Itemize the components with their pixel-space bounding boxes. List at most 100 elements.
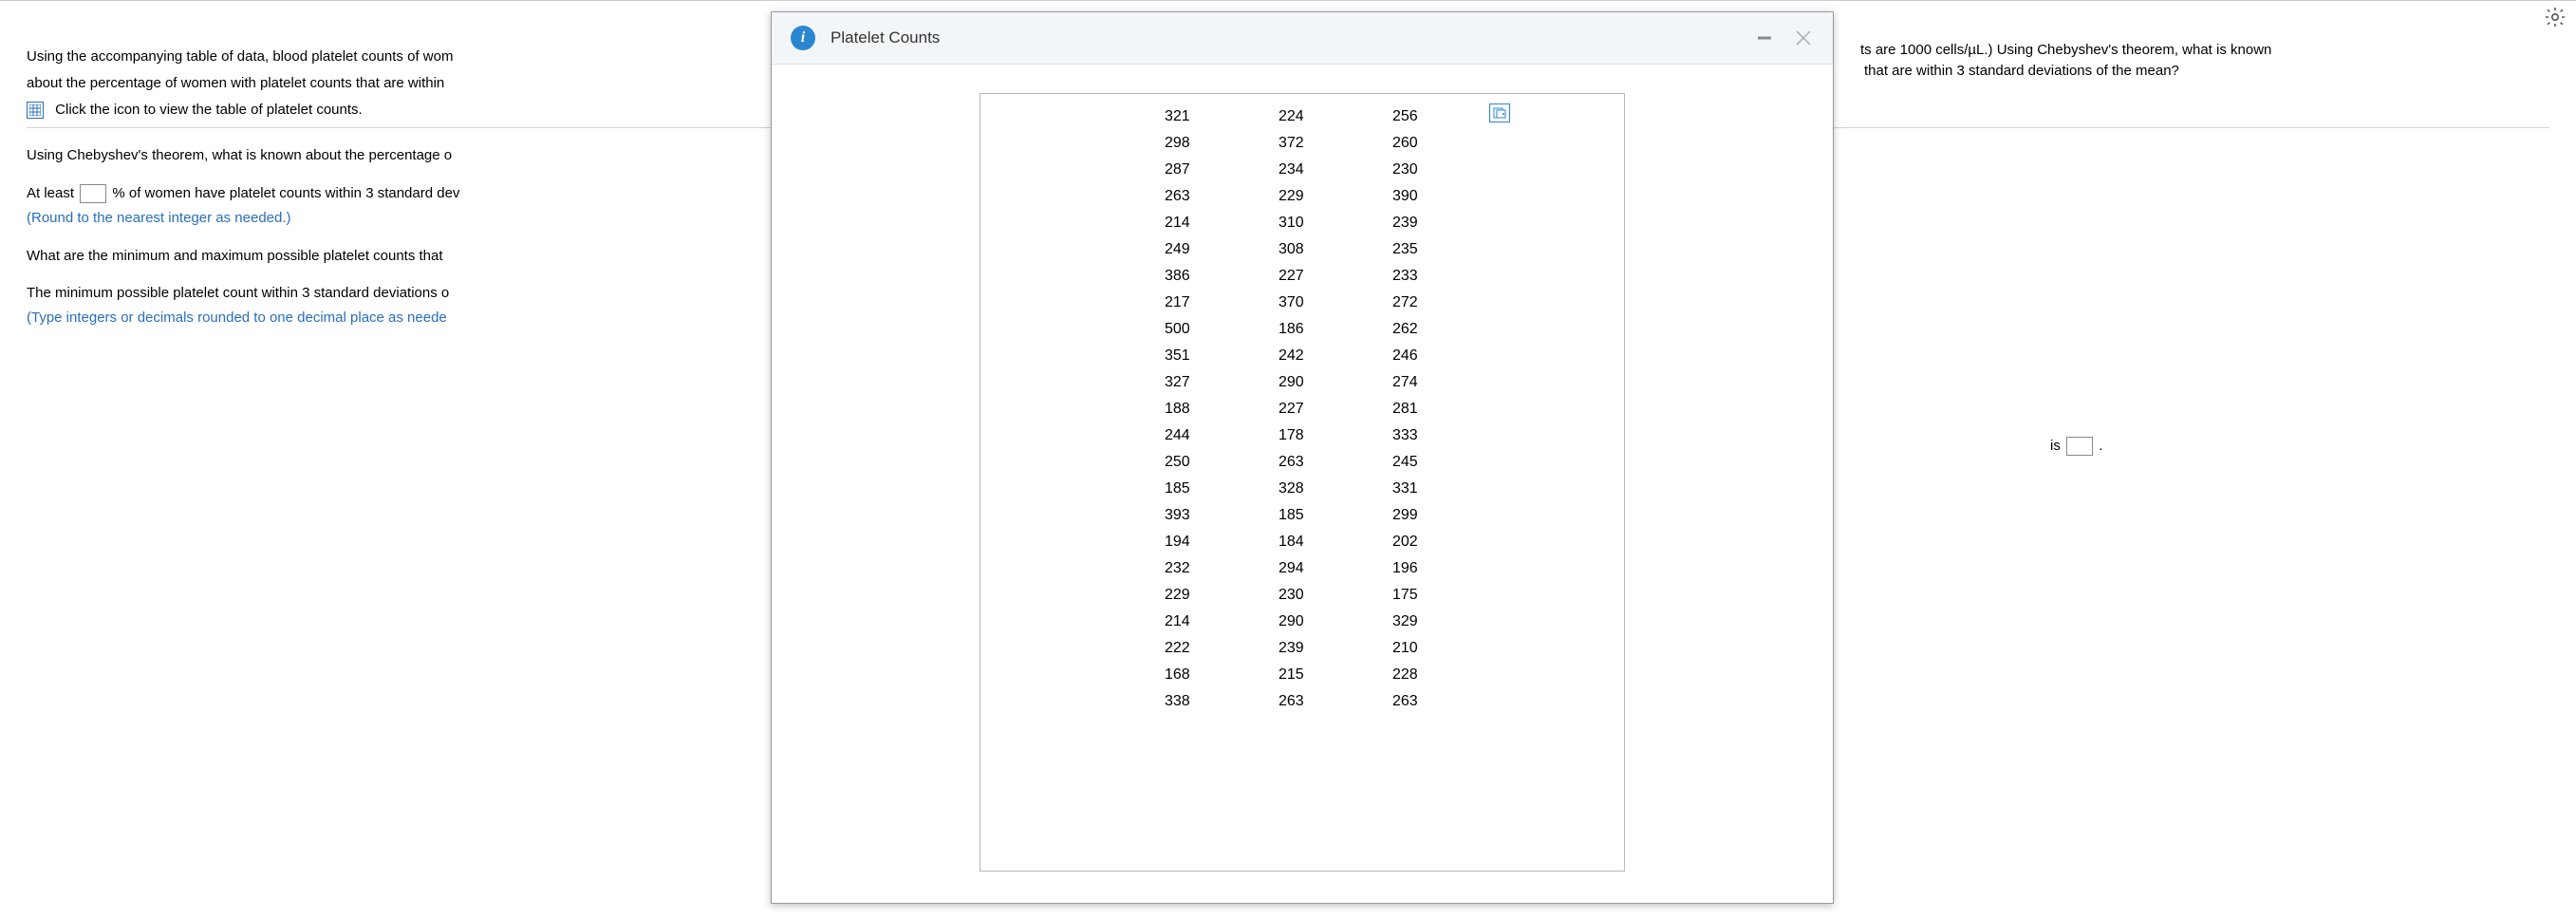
table-cell: 185	[1165, 476, 1212, 502]
answer-2-period: .	[2099, 438, 2102, 454]
table-row: 250 263 245	[980, 449, 1624, 476]
table-cell: 263	[1279, 449, 1326, 476]
table-cell: 263	[1279, 688, 1326, 715]
table-cell: 242	[1279, 343, 1326, 369]
table-cell: 230	[1279, 582, 1326, 609]
table-cell: 299	[1392, 502, 1440, 529]
table-row: 298 372 260	[980, 130, 1624, 157]
data-table: 321 224 256 298 372 260 287 234 230 263 229 390 214 3…	[980, 93, 1625, 872]
max-value-input[interactable]	[2066, 437, 2093, 456]
close-icon[interactable]	[1793, 28, 1814, 48]
table-cell: 239	[1279, 635, 1326, 662]
table-cell: 214	[1165, 609, 1212, 635]
table-cell: 229	[1279, 183, 1326, 210]
table-cell: 260	[1392, 130, 1440, 157]
table-cell: 227	[1279, 396, 1326, 422]
table-cell: 327	[1165, 369, 1212, 396]
table-cell: 245	[1392, 449, 1440, 476]
platelet-counts-modal: i Platelet Counts 3212242562983722602872…	[771, 11, 1834, 904]
table-row: 321 224 256	[980, 103, 1624, 130]
table-cell: 321	[1165, 103, 1212, 130]
table-cell: 262	[1392, 316, 1440, 343]
table-cell: 372	[1279, 130, 1326, 157]
table-cell: 287	[1165, 157, 1212, 183]
copy-data-icon[interactable]	[1489, 103, 1510, 122]
table-cell: 249	[1165, 236, 1212, 263]
table-cell: 256	[1392, 103, 1440, 130]
table-row: 214 290 329	[980, 609, 1624, 635]
table-cell: 186	[1279, 316, 1326, 343]
table-cell: 272	[1392, 290, 1440, 316]
table-cell: 232	[1165, 555, 1212, 582]
table-cell: 222	[1165, 635, 1212, 662]
table-cell: 234	[1279, 157, 1326, 183]
table-icon[interactable]	[27, 102, 44, 119]
table-cell: 294	[1279, 555, 1326, 582]
table-row: 229 230 175	[980, 582, 1624, 609]
settings-gear-icon[interactable]	[2542, 4, 2568, 30]
table-cell: 338	[1165, 688, 1212, 715]
table-cell: 235	[1392, 236, 1440, 263]
table-row: 194 184 202	[980, 529, 1624, 555]
minimize-icon[interactable]	[1755, 28, 1774, 47]
question-text-line2: about the percentage of women with plate…	[27, 75, 444, 91]
answer-2-is: is	[2050, 438, 2061, 454]
answer-suffix: % of women have platelet counts within 3…	[112, 185, 459, 201]
table-cell: 239	[1392, 210, 1440, 236]
table-row: 287 234 230	[980, 157, 1624, 183]
table-cell: 233	[1392, 263, 1440, 290]
answer-prefix: At least	[27, 185, 74, 201]
table-row: 168215228	[980, 662, 1624, 688]
table-cell: 263	[1392, 688, 1440, 715]
table-cell: 244	[1165, 422, 1212, 449]
table-row: 214 310 239	[980, 210, 1624, 236]
table-cell: 217	[1165, 290, 1212, 316]
view-table-link[interactable]: Click the icon to view the table of plat…	[55, 102, 363, 118]
table-row: 500186262	[980, 316, 1624, 343]
table-cell: 390	[1392, 183, 1440, 210]
table-cell: 230	[1392, 157, 1440, 183]
table-row: 185 328 331	[980, 476, 1624, 502]
table-cell: 250	[1165, 449, 1212, 476]
table-cell: 215	[1279, 662, 1326, 688]
question-text-line1: Using the accompanying table of data, bl…	[27, 48, 453, 65]
table-cell: 331	[1392, 476, 1440, 502]
table-row: 249308235	[980, 236, 1624, 263]
table-row: 351242246	[980, 343, 1624, 369]
table-cell: 178	[1279, 422, 1326, 449]
table-cell: 281	[1392, 396, 1440, 422]
table-cell: 184	[1279, 529, 1326, 555]
table-cell: 185	[1279, 502, 1326, 529]
table-row: 217370272	[980, 290, 1624, 316]
table-cell: 196	[1392, 555, 1440, 582]
table-cell: 228	[1392, 662, 1440, 688]
table-cell: 328	[1279, 476, 1326, 502]
question-text-right-1: ts are 1000 cells/µL.) Using Chebyshev's…	[1860, 40, 2563, 61]
modal-header: i Platelet Counts	[772, 12, 1833, 65]
modal-title: Platelet Counts	[831, 28, 1736, 47]
table-cell: 224	[1279, 103, 1326, 130]
table-cell: 210	[1392, 635, 1440, 662]
table-cell: 310	[1279, 210, 1326, 236]
table-row: 188 227 281	[980, 396, 1624, 422]
question-text-right-2: that are within 3 standard deviations of…	[1860, 61, 2563, 82]
table-cell: 290	[1279, 609, 1326, 635]
table-row: 244 178 333	[980, 422, 1624, 449]
table-cell: 214	[1165, 210, 1212, 236]
table-cell: 188	[1165, 396, 1212, 422]
table-cell: 298	[1165, 130, 1212, 157]
table-cell: 351	[1165, 343, 1212, 369]
percentage-input[interactable]	[80, 184, 106, 203]
table-row: 222 239 210	[980, 635, 1624, 662]
table-cell: 194	[1165, 529, 1212, 555]
table-cell: 393	[1165, 502, 1212, 529]
table-cell: 386	[1165, 263, 1212, 290]
table-cell: 175	[1392, 582, 1440, 609]
table-cell: 229	[1165, 582, 1212, 609]
table-cell: 333	[1392, 422, 1440, 449]
table-cell: 202	[1392, 529, 1440, 555]
table-row: 327290274	[980, 369, 1624, 396]
table-cell: 329	[1392, 609, 1440, 635]
table-cell: 290	[1279, 369, 1326, 396]
table-row: 338 263 263	[980, 688, 1624, 715]
